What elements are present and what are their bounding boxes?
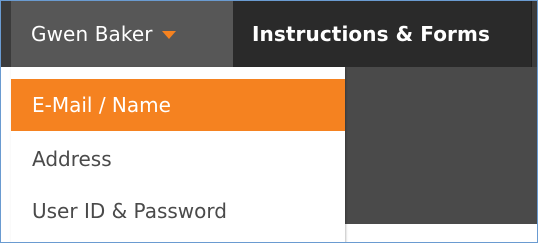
- caret-down-icon: [161, 31, 176, 39]
- menu-item-address[interactable]: Address: [11, 133, 345, 185]
- instructions-forms-label: Instructions & Forms: [252, 22, 490, 46]
- menu-item-user-id-password[interactable]: User ID & Password: [11, 185, 345, 237]
- user-name-label: Gwen Baker: [31, 22, 153, 46]
- top-navigation-bar: Gwen Baker Instructions & Forms: [1, 1, 537, 67]
- instructions-forms-tab[interactable]: Instructions & Forms: [233, 1, 531, 67]
- nav-next-item-edge: [531, 1, 537, 67]
- user-dropdown-menu: E-Mail / Name Address User ID & Password: [11, 67, 345, 242]
- user-menu-button[interactable]: Gwen Baker: [11, 1, 233, 67]
- page-content-strip: [345, 224, 537, 242]
- page-content-background: [345, 67, 537, 224]
- menu-item-email-name[interactable]: E-Mail / Name: [11, 79, 345, 131]
- app-frame: Gwen Baker Instructions & Forms E-Mail /…: [0, 0, 538, 243]
